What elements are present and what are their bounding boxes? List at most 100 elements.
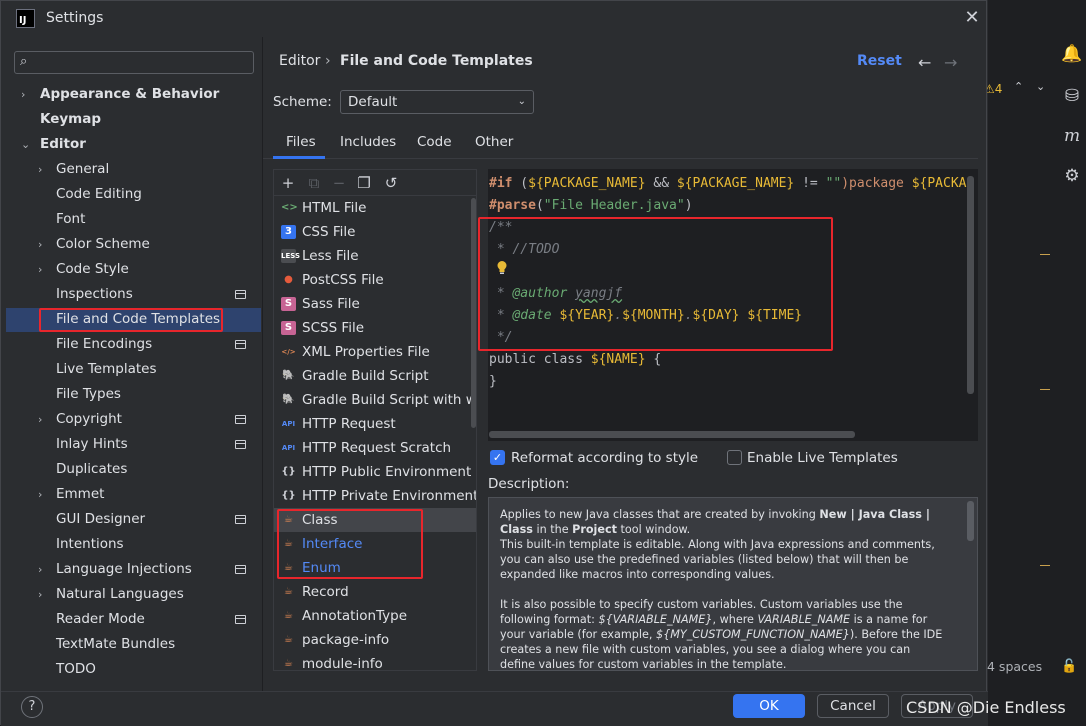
tree-item-duplicates[interactable]: Duplicates	[56, 457, 127, 482]
tree-item-code-editing[interactable]: Code Editing	[56, 182, 142, 207]
tree-item-todo[interactable]: TODO	[56, 657, 96, 682]
template-item-postcss-file[interactable]: ● PostCSS File	[274, 268, 476, 292]
chevron-right-icon[interactable]: ›	[21, 88, 25, 101]
tree-item-textmate-bundles[interactable]: TextMate Bundles	[56, 632, 175, 657]
template-item-gradle-build-script[interactable]: 🐘 Gradle Build Script	[274, 364, 476, 388]
code-line-6: * @author yangjf	[489, 286, 623, 301]
template-item-record[interactable]: ☕ Record	[274, 580, 476, 604]
tree-item-code-style[interactable]: Code Style	[56, 257, 129, 282]
database-icon[interactable]: ⛁	[1060, 84, 1084, 108]
tree-item-file-types[interactable]: File Types	[56, 382, 121, 407]
template-item-xml-properties-file[interactable]: </> XML Properties File	[274, 340, 476, 364]
chevron-right-icon[interactable]: ›	[38, 563, 42, 576]
project-level-icon	[235, 415, 246, 424]
chevron-right-icon[interactable]: ›	[38, 238, 42, 251]
template-item-module-info[interactable]: ☕ module-info	[274, 652, 476, 670]
tree-item-intentions[interactable]: Intentions	[56, 532, 124, 557]
scheme-select[interactable]: Default ⌄	[340, 90, 534, 114]
help-button[interactable]: ?	[21, 696, 43, 718]
tab-code[interactable]: Code	[417, 134, 452, 150]
template-item-annotationtype[interactable]: ☕ AnnotationType	[274, 604, 476, 628]
chevron-down-icon[interactable]: ⌄	[21, 138, 30, 151]
panel-divider[interactable]	[262, 37, 263, 691]
tree-item-copyright[interactable]: Copyright	[56, 407, 122, 432]
tree-item-font[interactable]: Font	[56, 207, 85, 232]
template-item-interface[interactable]: ☕ Interface	[274, 532, 476, 556]
cancel-button[interactable]: Cancel	[817, 694, 889, 718]
tree-item-file-and-code-templates[interactable]: File and Code Templates	[56, 307, 220, 332]
tree-item-gui-designer[interactable]: GUI Designer	[56, 507, 145, 532]
template-item-less-file[interactable]: LESS Less File	[274, 244, 476, 268]
template-item-package-info[interactable]: ☕ package-info	[274, 628, 476, 652]
editor-horizontal-scrollbar[interactable]	[489, 431, 855, 438]
chevron-right-icon[interactable]: ›	[38, 488, 42, 501]
search-icon: ⌕	[20, 54, 28, 69]
maven-icon[interactable]: m	[1060, 124, 1084, 148]
copy-template-icon[interactable]: ❐	[354, 173, 374, 193]
revert-template-icon[interactable]: ↺	[381, 173, 401, 193]
settings-search-input[interactable]: ⌕	[14, 51, 254, 74]
tree-item-inspections[interactable]: Inspections	[56, 282, 133, 307]
file-type-icon: 3	[281, 225, 296, 239]
tab-includes[interactable]: Includes	[340, 134, 396, 150]
template-item-label: HTTP Public Environment File	[302, 464, 476, 480]
tree-item-live-templates[interactable]: Live Templates	[56, 357, 157, 382]
project-level-icon	[235, 515, 246, 524]
template-item-http-request[interactable]: API HTTP Request	[274, 412, 476, 436]
reformat-checkbox[interactable]: ✓	[490, 450, 505, 465]
tree-item-appearance-behavior[interactable]: Appearance & Behavior	[40, 82, 219, 107]
template-item-enum[interactable]: ☕ Enum	[274, 556, 476, 580]
tree-item-editor[interactable]: Editor	[40, 132, 86, 157]
add-template-icon[interactable]: +	[278, 173, 298, 193]
tree-item-natural-languages[interactable]: Natural Languages	[56, 582, 184, 607]
background-lock-icon[interactable]: 🔓	[1061, 659, 1077, 674]
file-type-icon: </>	[281, 348, 296, 356]
template-item-html-file[interactable]: <> HTML File	[274, 196, 476, 220]
chevron-right-icon[interactable]: ›	[38, 588, 42, 601]
template-item-sass-file[interactable]: S Sass File	[274, 292, 476, 316]
gradle-icon[interactable]: ⚙	[1060, 164, 1084, 188]
template-code-editor[interactable]: #if (${PACKAGE_NAME} && ${PACKAGE_NAME} …	[488, 169, 978, 441]
template-item-http-request-scratch[interactable]: API HTTP Request Scratch	[274, 436, 476, 460]
breadcrumb-editor[interactable]: Editor	[279, 53, 320, 69]
file-type-icon: ☕	[284, 538, 293, 549]
description-scrollbar[interactable]	[967, 501, 974, 541]
template-item-css-file[interactable]: 3 CSS File	[274, 220, 476, 244]
tree-item-file-encodings[interactable]: File Encodings	[56, 332, 152, 357]
background-indent-status[interactable]: 4 spaces	[987, 659, 1042, 674]
lightbulb-icon[interactable]	[496, 260, 508, 275]
code-line-2: #parse("File Header.java")	[489, 198, 693, 213]
template-item-http-private-environment-file[interactable]: {} HTTP Private Environment File	[274, 484, 476, 508]
template-item-label: Gradle Build Script with wrapper	[302, 392, 476, 408]
tree-item-general[interactable]: General	[56, 157, 109, 182]
reset-link[interactable]: Reset	[857, 53, 902, 69]
editor-vertical-scrollbar[interactable]	[967, 176, 974, 394]
code-line-7: * @date ${YEAR}.${MONTH}.${DAY} ${TIME}	[489, 308, 803, 323]
tab-files[interactable]: Files	[286, 134, 316, 150]
template-item-http-public-environment-file[interactable]: {} HTTP Public Environment File	[274, 460, 476, 484]
tree-item-reader-mode[interactable]: Reader Mode	[56, 607, 145, 632]
template-item-gradle-build-script-with-wrapper[interactable]: 🐘 Gradle Build Script with wrapper	[274, 388, 476, 412]
tree-item-emmet[interactable]: Emmet	[56, 482, 104, 507]
tree-item-language-injections[interactable]: Language Injections	[56, 557, 192, 582]
close-icon[interactable]: ✕	[961, 7, 983, 29]
project-level-icon	[235, 565, 246, 574]
chevron-right-icon[interactable]: ›	[38, 163, 42, 176]
tree-item-keymap[interactable]: Keymap	[40, 107, 101, 132]
template-item-label: XML Properties File	[302, 344, 430, 360]
tree-item-inlay-hints[interactable]: Inlay Hints	[56, 432, 128, 457]
reformat-label[interactable]: Reformat according to style	[511, 450, 698, 466]
chevron-right-icon[interactable]: ›	[38, 413, 42, 426]
ok-button[interactable]: OK	[733, 694, 805, 718]
tab-other[interactable]: Other	[475, 134, 513, 150]
notifications-icon[interactable]: 🔔	[1060, 42, 1084, 66]
tree-item-color-scheme[interactable]: Color Scheme	[56, 232, 150, 257]
chevron-right-icon[interactable]: ›	[38, 263, 42, 276]
file-type-icon: {}	[281, 490, 296, 501]
list-scrollbar[interactable]	[471, 198, 476, 428]
live-templates-checkbox[interactable]	[727, 450, 742, 465]
template-item-scss-file[interactable]: S SCSS File	[274, 316, 476, 340]
live-templates-label[interactable]: Enable Live Templates	[747, 450, 898, 466]
back-arrow-icon[interactable]: ←	[918, 53, 931, 72]
template-item-class[interactable]: ☕ Class	[274, 508, 476, 532]
